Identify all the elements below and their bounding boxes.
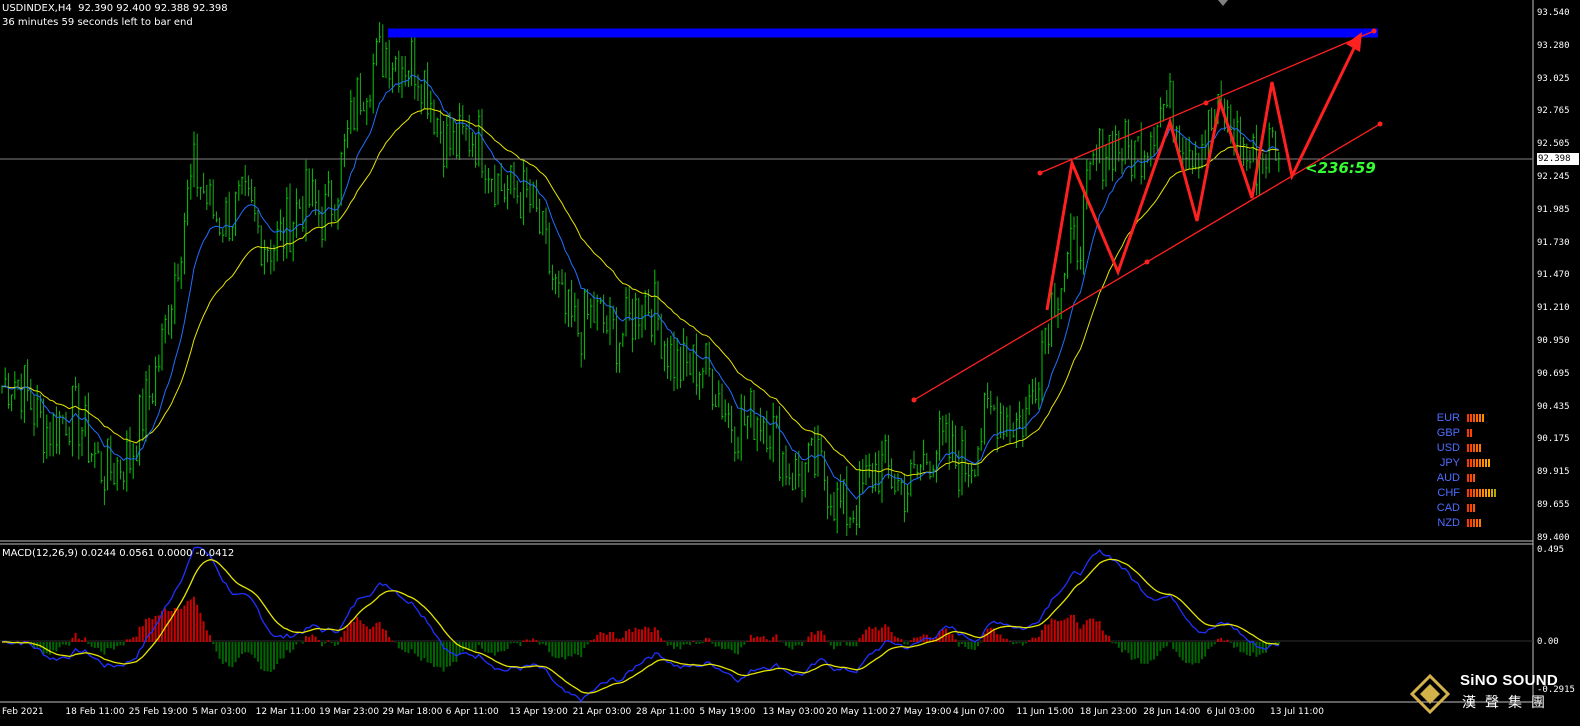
time-axis-label: 6 Jul 03:00 xyxy=(1206,707,1255,717)
currency-row: EUR xyxy=(1430,411,1485,425)
currency-row: NZD xyxy=(1430,516,1482,530)
time-axis-label: 12 Mar 11:00 xyxy=(255,707,316,717)
currency-row: GBP xyxy=(1430,426,1473,440)
price-axis-label: 90.950 xyxy=(1537,336,1570,346)
price-axis-label: 92.505 xyxy=(1537,139,1570,150)
currency-row: CAD xyxy=(1430,501,1476,515)
chart-canvas[interactable] xyxy=(0,0,1580,726)
time-axis-label: 27 May 19:00 xyxy=(889,707,952,717)
price-axis-label: 90.695 xyxy=(1537,368,1570,379)
time-axis-label: 18 Jun 23:00 xyxy=(1079,707,1137,717)
currency-row: CHF xyxy=(1430,486,1497,500)
currency-strength-bars xyxy=(1467,489,1497,497)
currency-name: NZD xyxy=(1437,517,1460,529)
currency-name: CHF xyxy=(1437,487,1460,499)
time-axis-label: 28 Apr 11:00 xyxy=(636,707,695,717)
chart-header-symbol: USDINDEX,H4 92.390 92.400 92.388 92.398 xyxy=(2,3,228,14)
price-axis-label: 89.915 xyxy=(1537,467,1570,478)
price-axis-label: 91.210 xyxy=(1537,303,1570,314)
currency-row: USD xyxy=(1430,441,1482,455)
currency-strength-bars xyxy=(1467,459,1491,467)
time-axis-label: 19 Mar 23:00 xyxy=(319,707,380,717)
macd-axis-label: 0.00 xyxy=(1537,637,1559,647)
channel-lower-anchor-3[interactable] xyxy=(1144,259,1150,265)
currency-row: AUD xyxy=(1430,471,1476,485)
time-axis-label: Feb 2021 xyxy=(2,707,44,717)
time-axis-label: 5 May 19:00 xyxy=(699,707,756,717)
currency-strength-bars xyxy=(1467,444,1482,452)
time-axis-label: 29 Mar 18:00 xyxy=(382,707,443,717)
currency-name: CAD xyxy=(1436,502,1460,514)
price-axis-label: 89.400 xyxy=(1537,532,1570,543)
time-axis-label: 28 Jun 14:00 xyxy=(1143,707,1201,717)
chart-header-timer: 36 minutes 59 seconds left to bar end xyxy=(2,17,193,28)
price-bars xyxy=(1,22,1281,536)
time-axis-label: 13 Jul 11:00 xyxy=(1270,707,1324,717)
time-axis-label: 6 Apr 11:00 xyxy=(445,707,499,717)
logo-subtitle: 漢聲集團 xyxy=(1462,695,1554,711)
channel-lower-anchor-1[interactable] xyxy=(911,397,917,403)
time-axis-label: 4 Jun 07:00 xyxy=(953,707,1005,717)
channel-upper-anchor-3[interactable] xyxy=(1203,100,1209,106)
time-axis-label: 13 May 03:00 xyxy=(762,707,825,717)
currency-name: EUR xyxy=(1436,412,1460,424)
currency-name: AUD xyxy=(1436,472,1460,484)
currency-strength-bars xyxy=(1467,414,1485,422)
time-axis-label: 5 Mar 03:00 xyxy=(192,707,247,717)
price-axis-label: 91.730 xyxy=(1537,237,1570,248)
macd-histogram xyxy=(4,596,1280,672)
price-axis-label: 91.470 xyxy=(1537,270,1570,281)
price-axis-label: 89.655 xyxy=(1537,500,1570,510)
time-axis-label: 20 May 11:00 xyxy=(826,707,888,717)
currency-strength-bars xyxy=(1467,504,1476,512)
currency-strength-bars xyxy=(1467,429,1473,437)
macd-header: MACD(12,26,9) 0.0244 0.0561 0.0000 -0.04… xyxy=(2,548,235,559)
currency-strength-bars xyxy=(1467,474,1476,482)
time-axis-label: 18 Feb 11:00 xyxy=(65,707,125,717)
time-axis-label: 11 Jun 15:00 xyxy=(1016,707,1074,717)
logo-name: SiNO SOUND xyxy=(1460,672,1559,689)
currency-name: USD xyxy=(1436,442,1460,454)
time-axis-label: 13 Apr 19:00 xyxy=(509,707,568,717)
scroll-marker-icon[interactable] xyxy=(1218,0,1228,6)
price-axis-label: 90.435 xyxy=(1537,401,1570,412)
currency-name: GBP xyxy=(1436,427,1460,439)
price-axis-label: 93.280 xyxy=(1537,40,1570,51)
time-axis-label: 25 Feb 19:00 xyxy=(128,707,188,717)
bar-countdown: <236:59 xyxy=(1305,159,1376,177)
price-axis-label: 92.765 xyxy=(1537,106,1570,117)
currency-row: JPY xyxy=(1430,456,1491,470)
price-axis-label: 92.245 xyxy=(1537,172,1570,182)
current-price-tag: 92.398 xyxy=(1537,153,1579,165)
price-axis-label: 90.175 xyxy=(1537,434,1570,445)
time-axis-label: 21 Apr 03:00 xyxy=(572,707,632,717)
currency-name: JPY xyxy=(1439,457,1460,469)
channel-lower-anchor-2[interactable] xyxy=(1377,121,1383,127)
price-axis-label: 93.025 xyxy=(1537,73,1570,84)
price-axis-label: 91.985 xyxy=(1537,204,1570,215)
macd-axis-label: 0.495 xyxy=(1537,545,1565,555)
channel-upper-anchor-1[interactable] xyxy=(1037,170,1043,176)
price-axis-label: 93.540 xyxy=(1537,8,1570,18)
currency-strength-bars xyxy=(1467,519,1482,527)
channel-upper-anchor-2[interactable] xyxy=(1371,28,1377,34)
logo-inner-icon xyxy=(1420,684,1440,704)
